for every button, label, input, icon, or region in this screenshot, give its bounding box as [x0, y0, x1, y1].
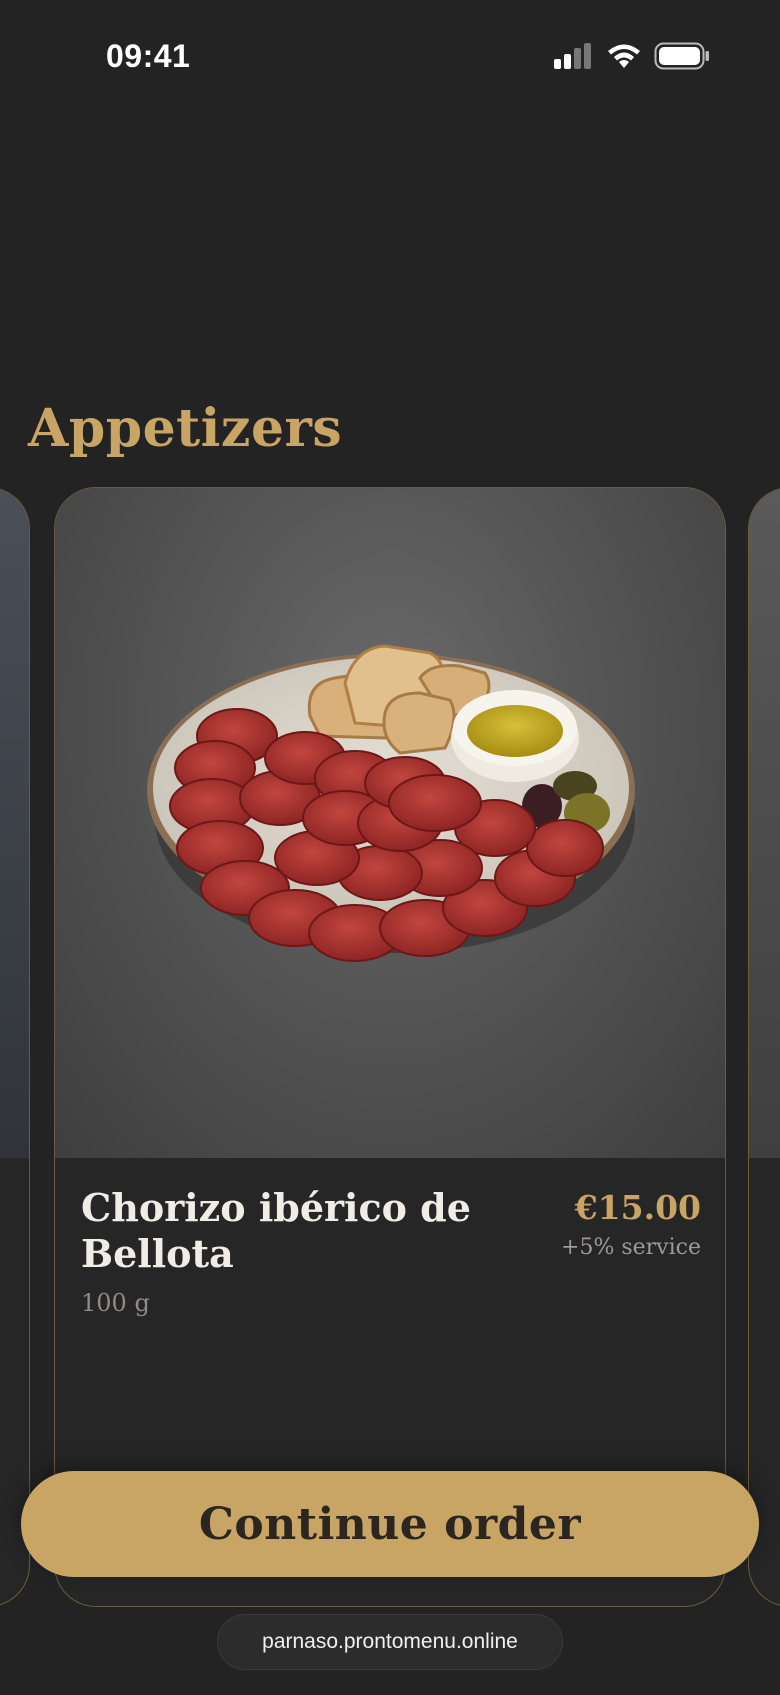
battery-icon — [654, 42, 710, 74]
previous-item-card[interactable] — [0, 487, 30, 1607]
dish-name: Chorizo ibérico de Bellota — [81, 1185, 471, 1276]
dish-price: €15.00 — [574, 1188, 701, 1227]
dish-photo — [55, 488, 725, 1158]
next-item-photo — [749, 488, 780, 1158]
menu-screen: 09:41 Appetizers Chorizo ibérico de Bell… — [0, 0, 780, 1695]
status-icons — [554, 42, 710, 74]
next-item-card[interactable] — [748, 487, 780, 1607]
previous-item-photo — [0, 488, 29, 1158]
menu-item-card[interactable]: Chorizo ibérico de Bellota €15.00 +5% se… — [54, 487, 726, 1607]
section-title: Appetizers — [28, 398, 343, 459]
service-charge-note: +5% service — [561, 1235, 701, 1260]
signal-icon — [554, 43, 594, 73]
browser-url-bar[interactable]: parnaso.prontomenu.online — [217, 1614, 563, 1670]
status-time: 09:41 — [106, 38, 191, 74]
wifi-icon — [606, 42, 642, 74]
status-bar: 09:41 — [0, 0, 780, 115]
continue-order-button[interactable]: Continue order — [21, 1471, 759, 1577]
dish-weight: 100 g — [81, 1289, 150, 1317]
